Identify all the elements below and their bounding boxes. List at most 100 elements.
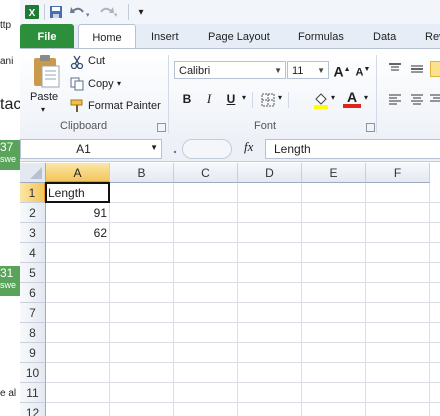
toolbar-separator bbox=[288, 92, 289, 108]
column-header-f[interactable]: F bbox=[366, 163, 430, 183]
align-right-icon[interactable] bbox=[430, 94, 440, 106]
underline-button[interactable]: U bbox=[222, 90, 240, 108]
tab-insert[interactable]: Insert bbox=[151, 24, 179, 48]
row-header-12[interactable]: 12 bbox=[20, 403, 46, 416]
group-separator bbox=[168, 55, 169, 133]
font-size-combo[interactable]: 11 ▼ bbox=[287, 61, 329, 79]
align-center-icon[interactable] bbox=[410, 94, 424, 106]
group-label-clipboard: Clipboard bbox=[60, 120, 108, 132]
font-launcher-icon[interactable] bbox=[366, 123, 375, 132]
row-header-10[interactable]: 10 bbox=[20, 363, 46, 383]
save-icon[interactable] bbox=[48, 3, 64, 21]
bold-button[interactable]: B bbox=[178, 90, 196, 108]
copy-dropdown-icon[interactable]: ▾ bbox=[117, 79, 121, 88]
gridline bbox=[46, 362, 440, 363]
undo-icon[interactable]: ▾ bbox=[68, 3, 90, 21]
row-header-5[interactable]: 5 bbox=[20, 263, 46, 283]
gridline bbox=[46, 402, 440, 403]
gridline bbox=[46, 262, 440, 263]
row-header-1[interactable]: 1 bbox=[20, 183, 46, 203]
tab-page-layout[interactable]: Page Layout bbox=[208, 24, 270, 48]
gridline bbox=[46, 382, 440, 383]
tab-formulas[interactable]: Formulas bbox=[298, 24, 344, 48]
paste-icon[interactable] bbox=[30, 54, 62, 90]
font-color-icon[interactable]: A bbox=[343, 89, 361, 108]
row-header-2[interactable]: 2 bbox=[20, 203, 46, 223]
bg-answer-badge: 31 swe bbox=[0, 266, 20, 296]
excel-icon[interactable]: X bbox=[24, 3, 40, 21]
group-separator bbox=[376, 55, 377, 133]
tab-review[interactable]: Rev bbox=[425, 24, 440, 48]
tab-home[interactable]: Home bbox=[78, 24, 136, 49]
redo-icon[interactable]: ▾ bbox=[96, 3, 118, 21]
group-label-font: Font bbox=[254, 120, 277, 132]
format-painter-icon[interactable] bbox=[70, 99, 84, 113]
scissors-icon[interactable] bbox=[70, 55, 84, 70]
borders-icon[interactable] bbox=[261, 93, 275, 107]
cut-button[interactable]: Cut bbox=[88, 55, 105, 67]
format-painter-button[interactable]: Format Painter bbox=[88, 100, 161, 112]
column-header-c[interactable]: C bbox=[174, 163, 238, 183]
chevron-down-icon[interactable]: ▼ bbox=[317, 62, 325, 80]
formula-bar: A1 ▼ fx Length bbox=[20, 137, 440, 162]
toolbar-separator bbox=[128, 4, 129, 20]
borders-dropdown-icon[interactable]: ▾ bbox=[278, 93, 282, 102]
column-header-a[interactable]: A bbox=[46, 163, 110, 183]
row-header-6[interactable]: 6 bbox=[20, 283, 46, 303]
clipboard-launcher-icon[interactable] bbox=[157, 123, 166, 132]
ribbon: Paste ▾ Cut Copy ▾ Format Painter Clipbo… bbox=[20, 48, 440, 138]
align-top-icon[interactable] bbox=[388, 63, 402, 75]
fill-color-icon[interactable] bbox=[313, 91, 329, 109]
name-box-value: A1 bbox=[76, 142, 91, 156]
customize-toolbar-button[interactable]: ▾ bbox=[136, 3, 146, 21]
align-left-icon[interactable] bbox=[388, 94, 402, 106]
row-header-9[interactable]: 9 bbox=[20, 343, 46, 363]
svg-text:▾: ▾ bbox=[86, 12, 89, 19]
copy-icon[interactable] bbox=[70, 77, 84, 91]
worksheet-grid: ABCDEF 1 2 3 4 5 6 7 8 9 10 11 12 Length 91 62 bbox=[20, 161, 440, 416]
row-header-4[interactable]: 4 bbox=[20, 243, 46, 263]
bg-text: e al bbox=[0, 388, 17, 399]
font-name-value: Calibri bbox=[179, 65, 211, 77]
row-header-7[interactable]: 7 bbox=[20, 303, 46, 323]
cell-a3[interactable]: 62 bbox=[46, 223, 109, 243]
font-size-value: 11 bbox=[292, 65, 304, 77]
tab-file[interactable]: File bbox=[20, 24, 74, 48]
chevron-down-icon[interactable]: ▼ bbox=[150, 143, 158, 152]
bg-text: ani bbox=[0, 56, 14, 67]
grow-font-button[interactable]: A▲ bbox=[333, 61, 351, 80]
gridline bbox=[46, 322, 440, 323]
underline-dropdown-icon[interactable]: ▾ bbox=[242, 93, 246, 102]
paste-button[interactable]: Paste bbox=[30, 91, 58, 103]
insert-function-button[interactable]: fx bbox=[244, 139, 253, 155]
bg-answer-badge: 37 swe bbox=[0, 140, 20, 170]
cell-a2[interactable]: 91 bbox=[46, 203, 109, 223]
copy-button[interactable]: Copy bbox=[88, 78, 114, 90]
resize-handle-icon[interactable] bbox=[172, 146, 178, 158]
gridline bbox=[46, 302, 440, 303]
toolbar-separator bbox=[44, 4, 45, 20]
row-header-3[interactable]: 3 bbox=[20, 223, 46, 243]
name-box[interactable]: A1 ▼ bbox=[20, 139, 162, 159]
formula-input[interactable]: Length bbox=[265, 139, 440, 159]
select-all-corner[interactable] bbox=[20, 163, 46, 183]
italic-button[interactable]: I bbox=[200, 90, 218, 108]
paste-dropdown-icon[interactable]: ▾ bbox=[41, 105, 45, 114]
row-header-11[interactable]: 11 bbox=[20, 383, 46, 403]
tab-data[interactable]: Data bbox=[373, 24, 396, 48]
svg-text:X: X bbox=[29, 8, 36, 19]
svg-text:▾: ▾ bbox=[114, 12, 117, 19]
fill-color-dropdown-icon[interactable]: ▾ bbox=[331, 93, 335, 102]
formula-buttons bbox=[182, 139, 232, 159]
font-color-dropdown-icon[interactable]: ▾ bbox=[364, 93, 368, 102]
shrink-font-button[interactable]: A▼ bbox=[354, 61, 372, 79]
font-name-combo[interactable]: Calibri ▼ bbox=[174, 61, 286, 79]
ribbon-tabs: File Home Insert Page Layout Formulas Da… bbox=[20, 24, 440, 49]
align-bottom-icon[interactable] bbox=[430, 61, 440, 77]
chevron-down-icon[interactable]: ▼ bbox=[274, 62, 282, 80]
column-header-d[interactable]: D bbox=[238, 163, 302, 183]
column-header-e[interactable]: E bbox=[302, 163, 366, 183]
align-middle-icon[interactable] bbox=[410, 63, 424, 75]
column-header-b[interactable]: B bbox=[110, 163, 174, 183]
row-header-8[interactable]: 8 bbox=[20, 323, 46, 343]
